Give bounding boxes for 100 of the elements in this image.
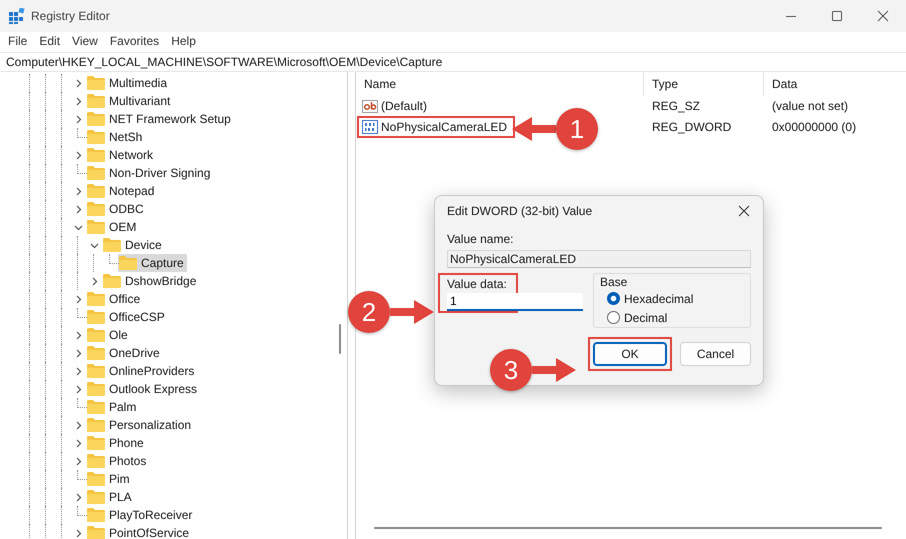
folder-icon bbox=[87, 454, 105, 468]
chevron-right-icon[interactable] bbox=[74, 150, 82, 160]
chevron-right-icon[interactable] bbox=[74, 438, 82, 448]
value-name[interactable]: (Default) bbox=[357, 97, 515, 115]
maximize-icon bbox=[831, 10, 843, 22]
value-name-field[interactable]: NoPhysicalCameraLED bbox=[447, 250, 751, 268]
chevron-right-icon[interactable] bbox=[90, 276, 98, 286]
tree-item[interactable]: Photos bbox=[86, 452, 150, 470]
folder-icon bbox=[87, 418, 105, 432]
binary-value-icon bbox=[362, 119, 378, 135]
tree-item[interactable]: Non-Driver Signing bbox=[86, 164, 214, 182]
folder-icon bbox=[87, 526, 105, 539]
tree-item[interactable]: PLA bbox=[86, 488, 135, 506]
callout-arrow bbox=[512, 117, 556, 141]
close-icon bbox=[877, 10, 889, 22]
folder-icon bbox=[87, 76, 105, 90]
radio-option[interactable]: Decimal bbox=[607, 308, 668, 327]
address-bar[interactable]: Computer\HKEY_LOCAL_MACHINE\SOFTWARE\Microsoft\OEM\Device\Capture bbox=[0, 52, 906, 72]
menu-item[interactable]: Edit bbox=[33, 34, 66, 48]
tree-item[interactable]: OfficeCSP bbox=[86, 308, 168, 326]
tree-item[interactable]: PointOfService bbox=[86, 524, 192, 539]
tree-item[interactable]: Multimedia bbox=[86, 74, 170, 92]
field-label: Value name: bbox=[447, 232, 514, 247]
tree-item[interactable]: Multivariant bbox=[86, 92, 174, 110]
tree-item[interactable]: Network bbox=[86, 146, 156, 164]
tree-item[interactable]: OEM bbox=[86, 218, 140, 236]
tree-item[interactable]: Capture bbox=[118, 254, 187, 272]
scrollbar-thumb[interactable] bbox=[374, 527, 882, 529]
tree-item[interactable]: NetSh bbox=[86, 128, 146, 146]
table-cell-text: (value not set) bbox=[771, 99, 850, 113]
table-cell-text: REG_DWORD bbox=[651, 120, 732, 134]
folder-icon bbox=[87, 472, 105, 486]
folder-icon bbox=[87, 148, 105, 162]
tree-item[interactable]: OnlineProviders bbox=[86, 362, 198, 380]
folder-icon bbox=[119, 256, 137, 270]
column-header[interactable]: Name bbox=[356, 72, 644, 96]
chevron-right-icon[interactable] bbox=[74, 78, 82, 88]
chevron-right-icon[interactable] bbox=[74, 528, 82, 538]
tree-item[interactable]: Phone bbox=[86, 434, 147, 452]
chevron-right-icon[interactable] bbox=[74, 420, 82, 430]
tree-item[interactable]: Personalization bbox=[86, 416, 194, 434]
menu-item[interactable]: View bbox=[66, 34, 104, 48]
radio-option[interactable]: Hexadecimal bbox=[607, 289, 694, 308]
chevron-right-icon[interactable] bbox=[74, 492, 82, 502]
tree-item[interactable]: Outlook Express bbox=[86, 380, 200, 398]
folder-icon bbox=[87, 292, 105, 306]
value-data-field[interactable]: 1 bbox=[447, 293, 583, 311]
dialog-title: Edit DWORD (32-bit) Value bbox=[447, 204, 592, 218]
registry-icon bbox=[9, 8, 25, 24]
folder-icon bbox=[87, 130, 105, 144]
folder-icon bbox=[87, 328, 105, 342]
chevron-right-icon[interactable] bbox=[74, 456, 82, 466]
folder-icon bbox=[87, 112, 105, 126]
chevron-down-icon[interactable] bbox=[74, 222, 82, 232]
chevron-right-icon[interactable] bbox=[74, 294, 82, 304]
tree-item[interactable]: OneDrive bbox=[86, 344, 163, 362]
chevron-right-icon[interactable] bbox=[74, 186, 82, 196]
folder-icon bbox=[87, 166, 105, 180]
chevron-right-icon[interactable] bbox=[74, 114, 82, 124]
chevron-right-icon[interactable] bbox=[74, 348, 82, 358]
tree-item[interactable]: Office bbox=[86, 290, 144, 308]
table-cell-text: 0x00000000 (0) bbox=[771, 120, 858, 134]
value-name[interactable]: NoPhysicalCameraLED bbox=[357, 116, 515, 138]
tree-item[interactable]: Device bbox=[102, 236, 165, 254]
folder-icon bbox=[103, 238, 121, 252]
step-badge: 1 bbox=[556, 108, 598, 150]
chevron-right-icon[interactable] bbox=[74, 384, 82, 394]
menu-item[interactable]: Favorites bbox=[104, 34, 166, 48]
chevron-right-icon[interactable] bbox=[74, 204, 82, 214]
folder-icon bbox=[87, 94, 105, 108]
dialog-button[interactable]: OK bbox=[593, 342, 667, 366]
tree-item[interactable]: Palm bbox=[86, 398, 140, 416]
folder-icon bbox=[87, 202, 105, 216]
folder-icon bbox=[87, 184, 105, 198]
table-cell-text: REG_SZ bbox=[651, 99, 702, 113]
tree-item[interactable]: Notepad bbox=[86, 182, 158, 200]
chevron-down-icon[interactable] bbox=[90, 240, 98, 250]
chevron-right-icon[interactable] bbox=[74, 366, 82, 376]
tree-item[interactable]: Ole bbox=[86, 326, 131, 344]
tree-item[interactable]: ODBC bbox=[86, 200, 147, 218]
tree-item[interactable]: Pim bbox=[86, 470, 133, 488]
menu-item[interactable]: Help bbox=[165, 34, 202, 48]
tree-item[interactable]: PlayToReceiver bbox=[86, 506, 196, 524]
callout-arrow bbox=[390, 300, 434, 324]
tree-item[interactable]: NET Framework Setup bbox=[86, 110, 234, 128]
string-value-icon bbox=[362, 98, 378, 114]
scrollbar-thumb[interactable] bbox=[339, 324, 341, 354]
callout-arrow bbox=[532, 358, 576, 382]
dialog-button[interactable]: Cancel bbox=[680, 342, 751, 366]
chevron-right-icon[interactable] bbox=[74, 330, 82, 340]
folder-icon bbox=[87, 310, 105, 324]
column-header[interactable]: Type bbox=[644, 72, 764, 96]
menu-item[interactable]: File bbox=[2, 34, 34, 48]
tree-item[interactable]: DshowBridge bbox=[102, 272, 200, 290]
folder-icon bbox=[87, 490, 105, 504]
column-header[interactable]: Data bbox=[764, 72, 906, 96]
field-label: Value data: bbox=[447, 277, 508, 292]
folder-icon bbox=[87, 436, 105, 450]
close-icon bbox=[738, 205, 750, 217]
chevron-right-icon[interactable] bbox=[74, 96, 82, 106]
